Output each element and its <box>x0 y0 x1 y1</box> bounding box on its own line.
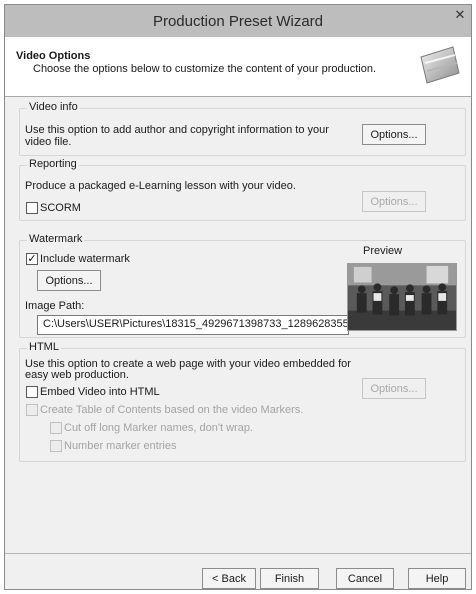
embed-html-label[interactable]: Embed Video into HTML <box>40 386 160 398</box>
cutoff-label[interactable]: Cut off long Marker names, don't wrap. <box>64 422 253 434</box>
reporting-options-button[interactable]: Options... <box>362 191 426 212</box>
html-options-button[interactable]: Options... <box>362 378 426 399</box>
watermark-preview-image <box>347 263 457 331</box>
wizard-logo-icon <box>420 46 460 84</box>
cancel-button[interactable]: Cancel <box>336 568 394 589</box>
preview-label: Preview <box>363 245 403 257</box>
image-path-label: Image Path: <box>25 300 85 312</box>
page-subtitle: Choose the options below to customize th… <box>33 63 377 75</box>
footer-divider <box>5 553 471 554</box>
image-path-field[interactable]: C:\Users\USER\Pictures\18315_49296713987… <box>37 315 349 335</box>
reporting-description: Produce a packaged e-Learning lesson wit… <box>25 180 296 192</box>
reporting-label: Reporting <box>27 158 79 170</box>
toc-checkbox[interactable] <box>26 404 38 416</box>
page-title: Video Options <box>16 50 91 62</box>
wizard-window: Production Preset Wizard ✕ Video Options… <box>4 4 472 590</box>
help-button[interactable]: Help <box>408 568 466 589</box>
video-info-description-1: Use this option to add author and copyri… <box>25 124 329 136</box>
video-info-label: Video info <box>27 101 80 113</box>
scorm-checkbox[interactable] <box>26 202 38 214</box>
video-info-options-button[interactable]: Options... <box>362 124 426 145</box>
html-description-2: easy web production. <box>25 369 129 381</box>
wizard-header: Video Options Choose the options below t… <box>5 37 471 97</box>
cutoff-checkbox[interactable] <box>50 422 62 434</box>
finish-button[interactable]: Finish <box>260 568 319 589</box>
embed-html-checkbox[interactable] <box>26 386 38 398</box>
include-watermark-checkbox[interactable]: ✓ <box>26 253 38 265</box>
back-button[interactable]: < Back <box>202 568 256 589</box>
toc-label[interactable]: Create Table of Contents based on the vi… <box>40 404 303 416</box>
include-watermark-label[interactable]: Include watermark <box>40 253 130 265</box>
watermark-options-button[interactable]: Options... <box>37 270 101 291</box>
number-entries-checkbox[interactable] <box>50 440 62 452</box>
video-info-description-2: video file. <box>25 136 72 148</box>
window-title: Production Preset Wizard <box>152 12 324 30</box>
watermark-label: Watermark <box>27 233 85 245</box>
html-label: HTML <box>27 341 61 353</box>
scorm-label[interactable]: SCORM <box>40 202 81 214</box>
number-entries-label[interactable]: Number marker entries <box>64 440 176 452</box>
close-icon[interactable]: ✕ <box>451 5 469 25</box>
title-bar[interactable]: Production Preset Wizard ✕ <box>5 5 471 37</box>
